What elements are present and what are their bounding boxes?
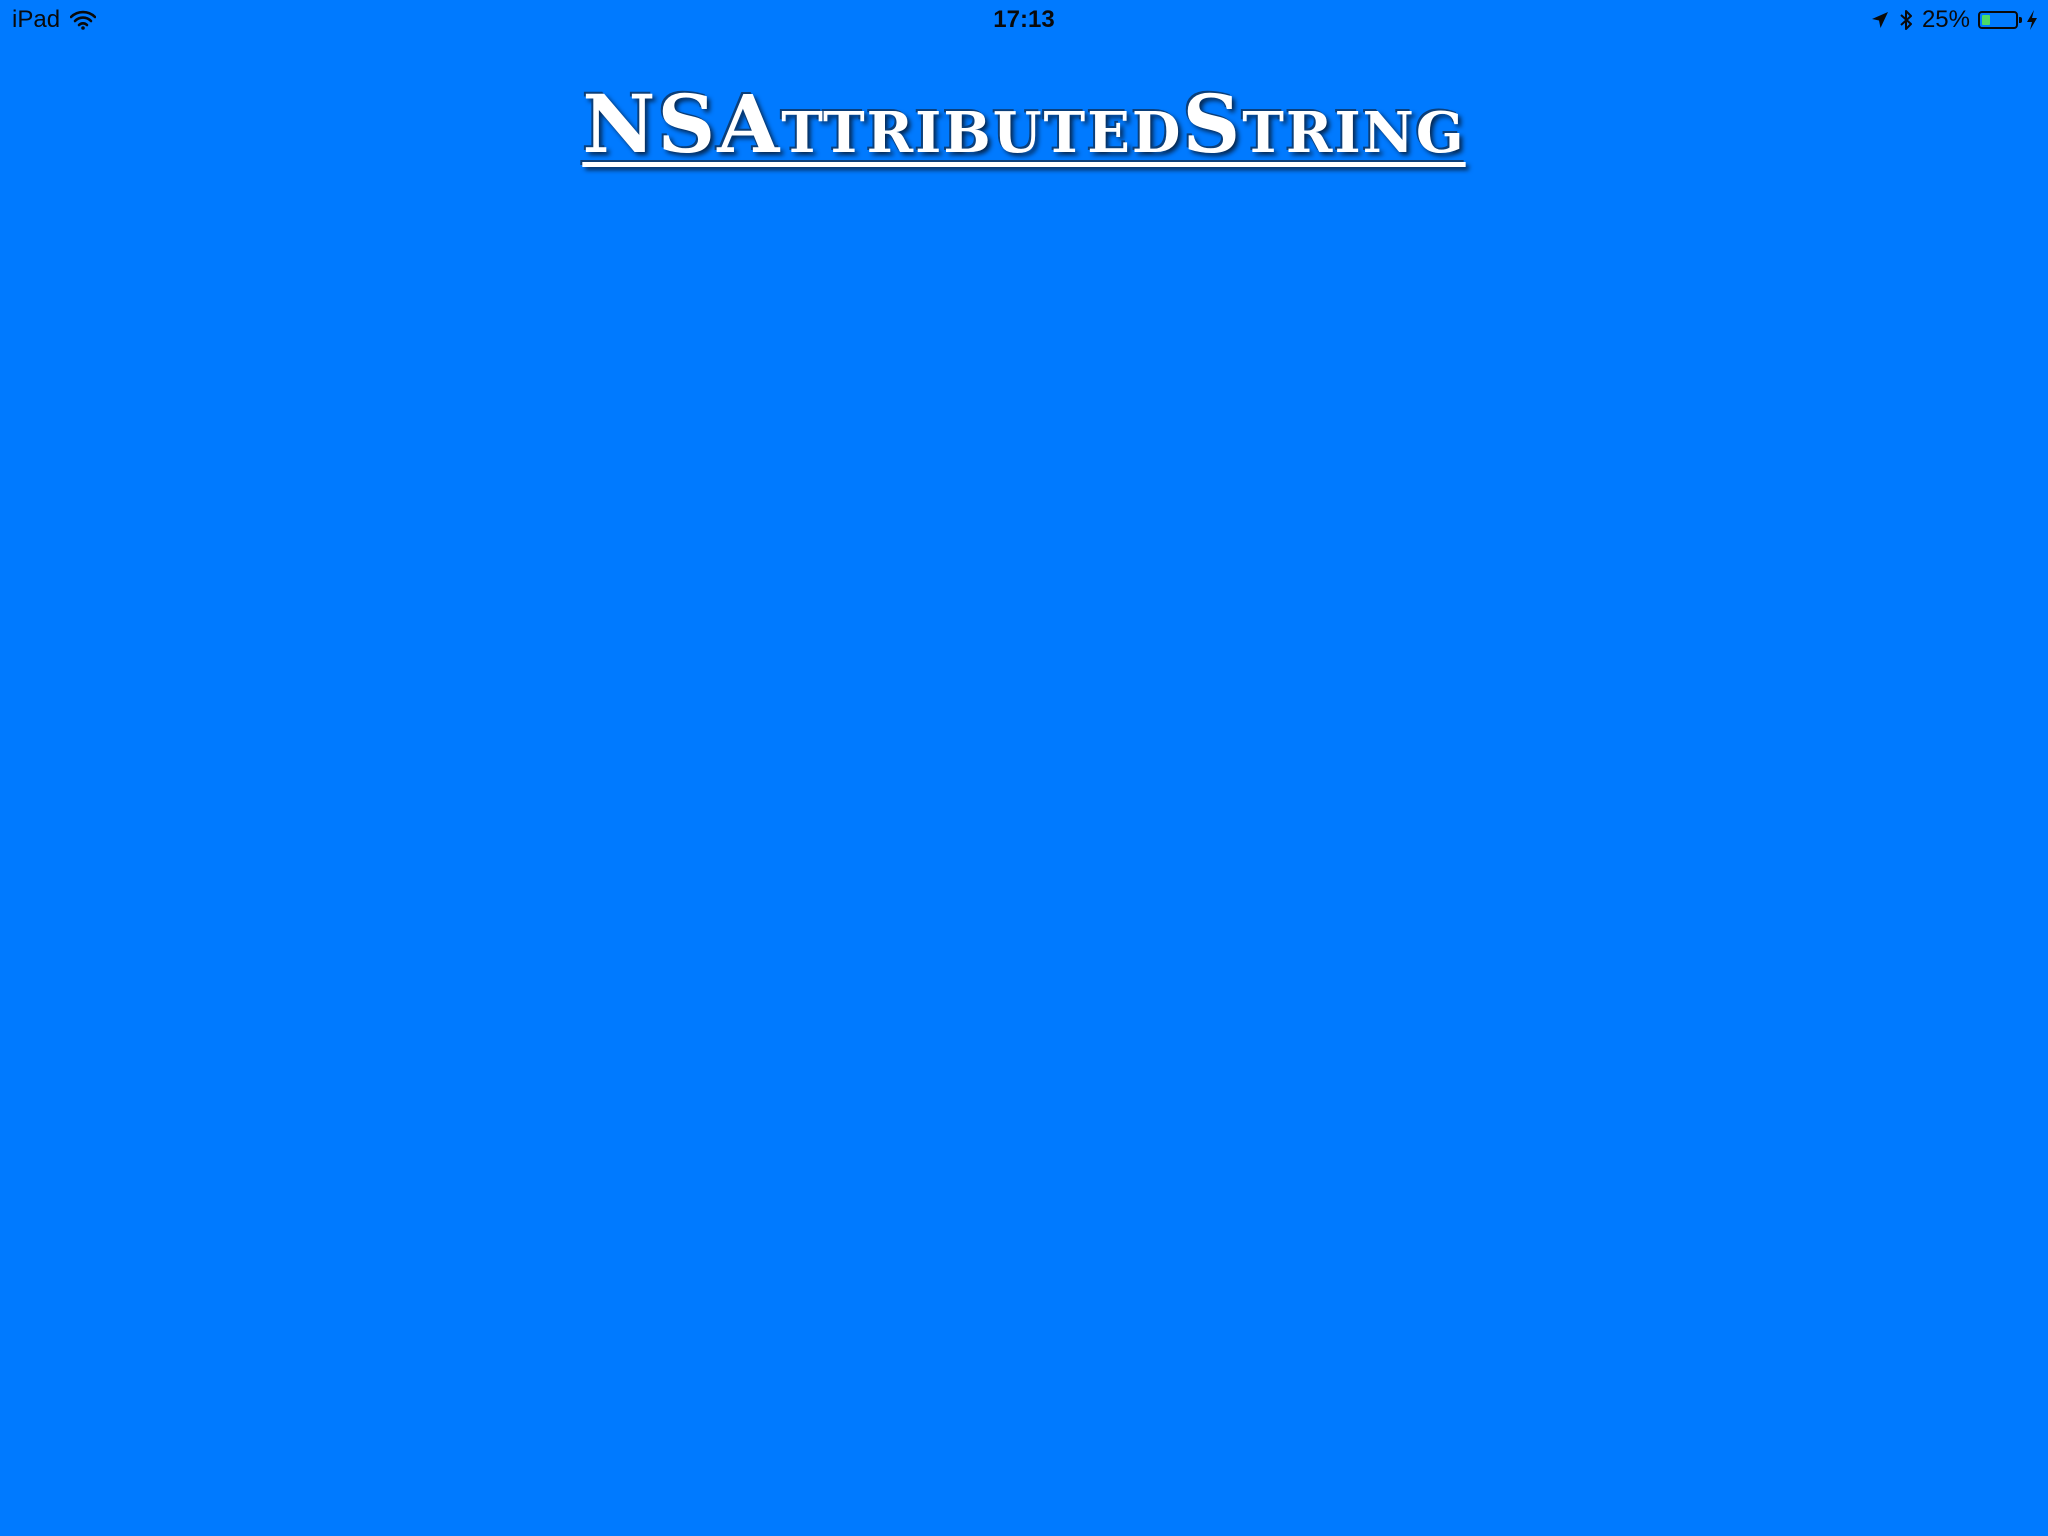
status-right: 25% bbox=[1870, 6, 2038, 34]
app-screen: iPad 17:13 25% NSAttributedString bbox=[0, 0, 2048, 1536]
bluetooth-icon bbox=[1898, 8, 1914, 32]
battery-percent: 25% bbox=[1921, 6, 1970, 33]
battery-icon bbox=[1978, 11, 2022, 29]
charging-bolt-icon bbox=[2026, 9, 2038, 31]
attributed-string-title: NSAttributedString bbox=[582, 77, 1466, 171]
battery-level-fill bbox=[1982, 15, 1990, 25]
location-arrow-icon bbox=[1870, 10, 1890, 30]
status-bar: iPad 17:13 25% bbox=[0, 0, 2048, 40]
status-time: 17:13 bbox=[993, 6, 1055, 33]
title-container: NSAttributedString bbox=[0, 84, 2048, 164]
